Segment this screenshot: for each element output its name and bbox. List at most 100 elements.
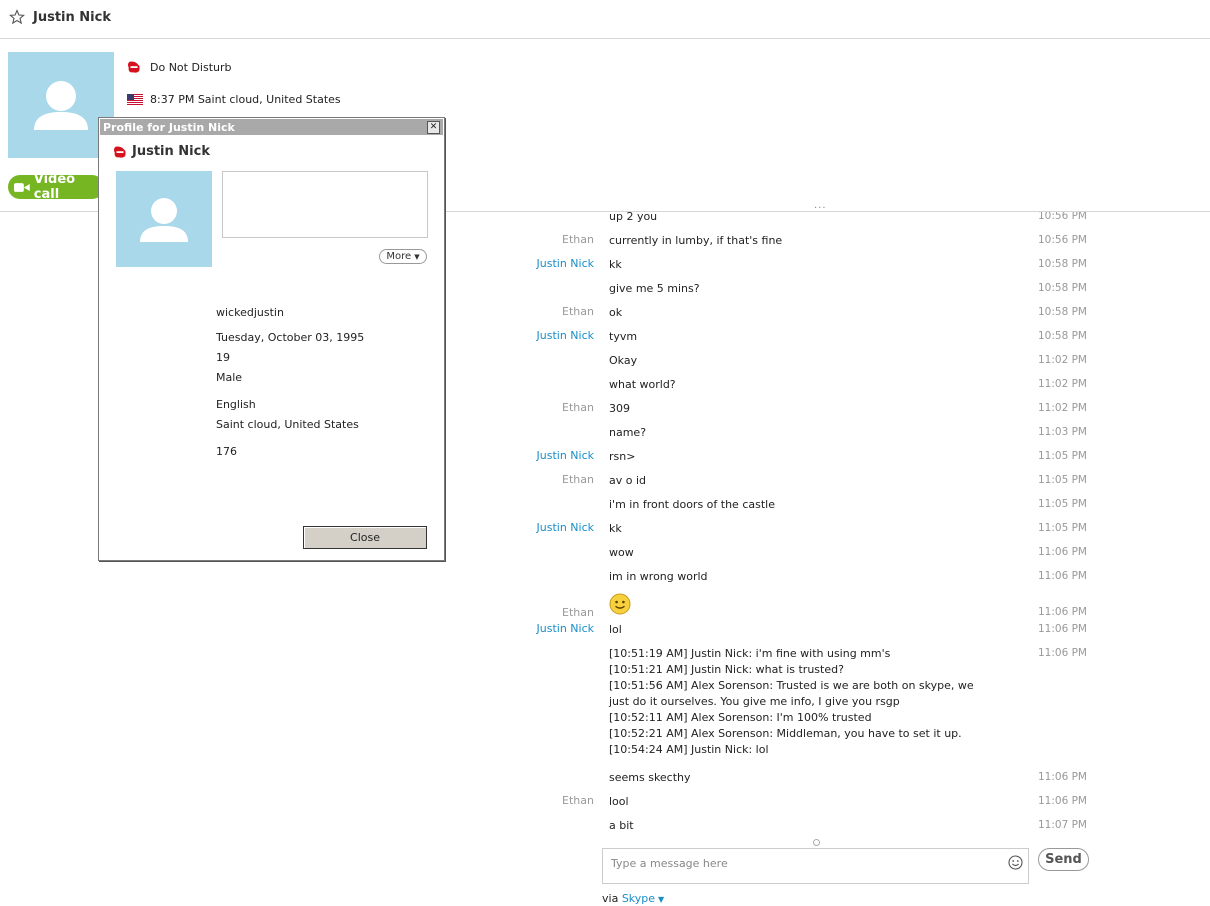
do-not-disturb-icon bbox=[114, 146, 126, 158]
profile-skype-name: wickedjustin bbox=[216, 306, 284, 319]
message-timestamp: 11:06 PM bbox=[1038, 795, 1087, 807]
us-flag-icon bbox=[127, 93, 143, 105]
smile-emoticon-icon bbox=[609, 593, 631, 615]
more-label: More bbox=[386, 251, 412, 262]
via-service-link[interactable]: Skype bbox=[622, 892, 655, 905]
message-text: kk bbox=[609, 522, 622, 535]
message-timestamp: 11:07 PM bbox=[1038, 819, 1087, 831]
message-text: i'm in front doors of the castle bbox=[609, 498, 775, 511]
message-timestamp: 10:56 PM bbox=[1038, 234, 1087, 246]
message-sender[interactable]: Ethan bbox=[562, 305, 594, 318]
message-text: what world? bbox=[609, 378, 676, 391]
message-text: wow bbox=[609, 546, 634, 559]
message-timestamp: 11:05 PM bbox=[1038, 498, 1087, 510]
profile-dialog: Profile for Justin Nick ✕ Justin Nick Mo… bbox=[98, 117, 445, 561]
star-icon[interactable] bbox=[9, 9, 25, 25]
video-call-label: Video call bbox=[33, 172, 76, 202]
message-text: lool bbox=[609, 795, 629, 808]
message-text: a bit bbox=[609, 819, 634, 832]
quoted-line: [10:51:19 AM] Justin Nick: i'm fine with… bbox=[609, 647, 891, 660]
message-sender[interactable]: Justin Nick bbox=[537, 329, 595, 342]
message-timestamp: 11:06 PM bbox=[1038, 570, 1087, 582]
message-text: kk bbox=[609, 258, 622, 271]
local-time-location-text: 8:37 PM Saint cloud, United States bbox=[150, 92, 341, 106]
emoticon-icon[interactable] bbox=[1008, 855, 1023, 870]
message-text: give me 5 mins? bbox=[609, 282, 700, 295]
message-sender[interactable]: Ethan bbox=[562, 794, 594, 807]
message-timestamp: 11:05 PM bbox=[1038, 450, 1087, 462]
message-timestamp: 11:06 PM bbox=[1038, 647, 1087, 659]
profile-location: Saint cloud, United States bbox=[216, 418, 359, 431]
message-text: lol bbox=[609, 623, 622, 636]
via-label: via bbox=[602, 892, 619, 905]
message-timestamp: 11:05 PM bbox=[1038, 522, 1087, 534]
message-sender[interactable]: Justin Nick bbox=[537, 622, 595, 635]
video-camera-icon bbox=[14, 182, 30, 192]
message-sender[interactable]: Justin Nick bbox=[537, 449, 595, 462]
profile-gender: Male bbox=[216, 371, 243, 384]
message-timestamp: 10:58 PM bbox=[1038, 306, 1087, 318]
message-timestamp: 11:02 PM bbox=[1038, 354, 1087, 366]
contact-name-title[interactable]: Justin Nick bbox=[33, 10, 111, 25]
message-text: av o id bbox=[609, 474, 647, 487]
message-sender[interactable]: Ethan bbox=[562, 233, 594, 246]
quoted-line: [10:51:21 AM] Justin Nick: what is trust… bbox=[609, 663, 844, 676]
message-text: currently in lumby, if that's fine bbox=[609, 234, 783, 247]
profile-name: Justin Nick bbox=[132, 144, 210, 159]
message-sender[interactable]: Justin Nick bbox=[537, 257, 595, 270]
message-text: rsn> bbox=[609, 450, 636, 463]
more-button[interactable]: More ▼ bbox=[379, 249, 427, 264]
mood-message-box bbox=[222, 171, 428, 238]
message-timestamp: 11:03 PM bbox=[1038, 426, 1087, 438]
do-not-disturb-icon bbox=[128, 61, 140, 73]
status-indicator: Do Not Disturb bbox=[127, 59, 232, 75]
profile-name-row: Justin Nick bbox=[113, 144, 210, 159]
message-sender[interactable]: Ethan bbox=[562, 473, 594, 486]
message-timestamp: 11:06 PM bbox=[1038, 623, 1087, 635]
message-sender[interactable]: Ethan bbox=[562, 606, 594, 619]
message-timestamp: 11:06 PM bbox=[1038, 771, 1087, 783]
via-selector[interactable]: via Skype ▼ bbox=[602, 892, 664, 905]
message-sender[interactable]: Justin Nick bbox=[537, 521, 595, 534]
message-timestamp: 11:06 PM bbox=[1038, 606, 1087, 618]
chevron-down-icon: ▼ bbox=[414, 252, 420, 261]
message-text: tyvm bbox=[609, 330, 638, 343]
message-input-box[interactable] bbox=[602, 848, 1029, 884]
profile-avatar bbox=[116, 171, 212, 267]
message-timestamp: 10:58 PM bbox=[1038, 258, 1087, 270]
message-timestamp: 11:02 PM bbox=[1038, 402, 1087, 414]
message-text: up 2 you bbox=[609, 212, 658, 223]
message-text: Okay bbox=[609, 354, 638, 367]
quoted-line: [10:52:11 AM] Alex Sorenson: I'm 100% tr… bbox=[609, 711, 872, 724]
send-button[interactable]: Send bbox=[1038, 848, 1089, 871]
message-timestamp: 10:58 PM bbox=[1038, 330, 1087, 342]
quoted-line: [10:52:21 AM] Alex Sorenson: Middleman, … bbox=[609, 727, 962, 740]
video-call-button[interactable]: Video call bbox=[8, 172, 104, 202]
message-text: seems skecthy bbox=[609, 771, 691, 784]
message-text: 309 bbox=[609, 402, 630, 415]
message-text: ok bbox=[609, 306, 623, 319]
message-input[interactable] bbox=[609, 852, 1003, 874]
compose-resize-handle[interactable] bbox=[813, 839, 820, 846]
message-timestamp: 10:58 PM bbox=[1038, 282, 1087, 294]
profile-birthday: Tuesday, October 03, 1995 bbox=[216, 331, 365, 344]
message-text: [10:51:19 AM] Justin Nick: i'm fine with… bbox=[609, 646, 989, 758]
dialog-title: Profile for Justin Nick bbox=[103, 121, 235, 134]
message-text: im in wrong world bbox=[609, 570, 708, 583]
close-icon[interactable]: ✕ bbox=[427, 121, 440, 134]
chevron-down-icon[interactable]: ▼ bbox=[658, 895, 664, 904]
message-timestamp: 11:05 PM bbox=[1038, 474, 1087, 486]
profile-phone: 176 bbox=[216, 445, 237, 458]
local-time-location: 8:37 PM Saint cloud, United States bbox=[127, 92, 341, 106]
quoted-line: [10:51:56 AM] Alex Sorenson: Trusted is … bbox=[609, 679, 974, 708]
message-timestamp: 10:56 PM bbox=[1038, 212, 1087, 222]
quoted-line: [10:54:24 AM] Justin Nick: lol bbox=[609, 743, 769, 756]
profile-language: English bbox=[216, 398, 256, 411]
close-button[interactable]: Close bbox=[303, 526, 427, 549]
status-text: Do Not Disturb bbox=[150, 60, 232, 74]
message-timestamp: 11:06 PM bbox=[1038, 546, 1087, 558]
message-timestamp: 11:02 PM bbox=[1038, 378, 1087, 390]
message-text bbox=[609, 593, 1029, 615]
message-sender[interactable]: Ethan bbox=[562, 401, 594, 414]
dialog-titlebar[interactable]: Profile for Justin Nick ✕ bbox=[100, 119, 443, 135]
